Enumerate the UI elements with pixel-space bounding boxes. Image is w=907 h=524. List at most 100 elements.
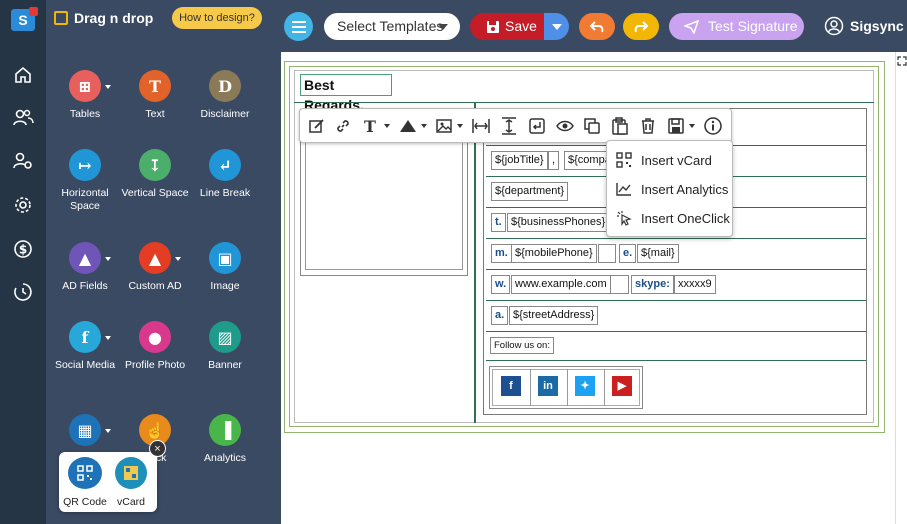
tool-banner[interactable]: ▨ Banner: [190, 321, 260, 372]
caret-down-icon[interactable]: [105, 429, 111, 433]
youtube-icon[interactable]: ▶: [612, 376, 632, 396]
expand-icon: [897, 56, 907, 66]
comma-field[interactable]: ,: [548, 151, 560, 170]
empty-field[interactable]: [598, 244, 616, 263]
user-menu[interactable]: Sigsync: [824, 14, 904, 38]
insert-menu: Insert vCard Insert Analytics Insert One…: [606, 140, 733, 237]
app-logo[interactable]: S: [11, 7, 38, 31]
qr-code-icon[interactable]: [68, 457, 102, 489]
job-title-field[interactable]: ${jobTitle}: [491, 151, 548, 170]
save-dropdown-button[interactable]: [544, 13, 569, 40]
vertical-space-icon[interactable]: [499, 116, 519, 136]
caret-down-icon[interactable]: [105, 336, 111, 340]
save-button[interactable]: Save: [470, 13, 544, 40]
email-label[interactable]: e.: [619, 244, 637, 263]
gear-icon[interactable]: [8, 190, 38, 220]
website-label[interactable]: w.: [491, 275, 511, 294]
tool-tables[interactable]: ⊞ Tables: [50, 70, 120, 121]
qr-code-icon: ▦: [69, 414, 101, 446]
insert-analytics-label: Insert Analytics: [641, 181, 729, 197]
info-icon[interactable]: [703, 116, 723, 136]
tool-qr-code[interactable]: ▦: [50, 414, 120, 452]
mobile-label[interactable]: m.: [491, 244, 512, 263]
tool-social-media[interactable]: f Social Media: [50, 321, 120, 372]
business-phones-field[interactable]: ${businessPhones}: [507, 213, 610, 232]
mobile-phone-field[interactable]: ${mobilePhone}: [511, 244, 597, 263]
tool-profile-photo[interactable]: ● Profile Photo: [120, 321, 190, 372]
street-address-field[interactable]: ${streetAddress}: [509, 306, 599, 325]
link-icon[interactable]: [333, 116, 353, 136]
skype-field[interactable]: xxxxx9: [674, 275, 716, 294]
insert-oneclick-item[interactable]: Insert OneClick: [607, 204, 734, 232]
tool-label: Disclaimer: [200, 108, 250, 120]
text-icon: T: [139, 70, 171, 102]
close-icon[interactable]: ×: [149, 440, 166, 457]
tool-image[interactable]: ▣ Image: [190, 242, 260, 293]
vcard-label[interactable]: vCard: [107, 496, 155, 508]
home-icon[interactable]: [8, 60, 38, 90]
line-break-icon[interactable]: [527, 116, 547, 136]
department-field[interactable]: ${department}: [491, 182, 569, 201]
facebook-icon[interactable]: f: [501, 376, 521, 396]
tool-label: Analytics: [203, 452, 246, 464]
photo-placeholder[interactable]: [305, 140, 463, 270]
address-label[interactable]: a.: [491, 306, 509, 325]
tool-analytics[interactable]: ▐ Analytics: [190, 414, 260, 465]
follow-us-text[interactable]: Follow us on:: [490, 337, 554, 354]
banner-icon: ▨: [209, 321, 241, 353]
edit-icon[interactable]: [307, 116, 327, 136]
twitter-icon[interactable]: ✦: [575, 376, 595, 396]
dollar-icon[interactable]: $: [8, 234, 38, 264]
users-icon[interactable]: [8, 103, 38, 133]
empty-field[interactable]: [610, 275, 629, 294]
top-bar: Select Templates Save Test Signature Sig…: [271, 0, 907, 52]
tool-custom-ad[interactable]: ▲ Custom AD: [120, 242, 190, 293]
format-toolbar: T: [299, 108, 732, 143]
caret-down-icon[interactable]: [105, 85, 111, 89]
template-select[interactable]: Select Templates: [324, 13, 460, 40]
vcard-icon[interactable]: [115, 457, 147, 489]
mail-field[interactable]: ${mail}: [637, 244, 679, 263]
trash-icon[interactable]: [638, 116, 658, 136]
paste-icon[interactable]: [610, 116, 630, 136]
undo-button[interactable]: [579, 13, 615, 40]
website-field[interactable]: www.example.com: [511, 275, 611, 294]
test-signature-button[interactable]: Test Signature: [669, 13, 804, 40]
user-name: Sigsync: [850, 18, 904, 34]
tool-ad-fields[interactable]: ▲ AD Fields: [50, 242, 120, 293]
text-format-icon[interactable]: T: [360, 116, 380, 136]
insert-vcard-item[interactable]: Insert vCard: [607, 146, 734, 174]
tool-vertical-space[interactable]: ↧ Vertical Space: [120, 149, 190, 200]
pointer-click-icon: [614, 209, 634, 227]
floppy-icon: [487, 21, 499, 33]
qr-code-label[interactable]: QR Code: [59, 496, 111, 508]
tool-line-break[interactable]: ↵ Line Break: [190, 149, 260, 200]
save-icon[interactable]: [666, 116, 686, 136]
caret-down-icon[interactable]: [175, 257, 181, 261]
caret-down-icon[interactable]: [105, 257, 111, 261]
tool-label: Horizontal Space: [61, 187, 109, 212]
copy-icon[interactable]: [582, 116, 602, 136]
redo-button[interactable]: [623, 13, 659, 40]
ad-fields-icon: ▲: [69, 242, 101, 274]
phone-label[interactable]: t.: [491, 213, 506, 232]
company-field[interactable]: ${compa: [564, 151, 610, 170]
book-icon: [54, 11, 68, 25]
how-to-design-button[interactable]: How to design?: [172, 7, 262, 29]
menu-button[interactable]: [284, 12, 313, 41]
insert-analytics-item[interactable]: Insert Analytics: [607, 175, 734, 203]
tool-label: Banner: [208, 359, 242, 371]
user-settings-icon[interactable]: [8, 146, 38, 176]
horizontal-space-icon[interactable]: [471, 116, 491, 136]
scrollbar[interactable]: [895, 52, 907, 524]
greeting-text[interactable]: Best Regards,: [300, 74, 392, 113]
tool-horizontal-space[interactable]: ↦ Horizontal Space: [50, 149, 120, 213]
tool-disclaimer[interactable]: D Disclaimer: [190, 70, 260, 121]
skype-label[interactable]: skype:: [631, 275, 674, 294]
eye-icon[interactable]: [555, 116, 575, 136]
history-icon[interactable]: [8, 277, 38, 307]
ad-fields-icon[interactable]: [398, 116, 418, 136]
tool-text[interactable]: T Text: [120, 70, 190, 121]
linkedin-icon[interactable]: in: [538, 376, 558, 396]
image-icon[interactable]: [434, 116, 454, 136]
